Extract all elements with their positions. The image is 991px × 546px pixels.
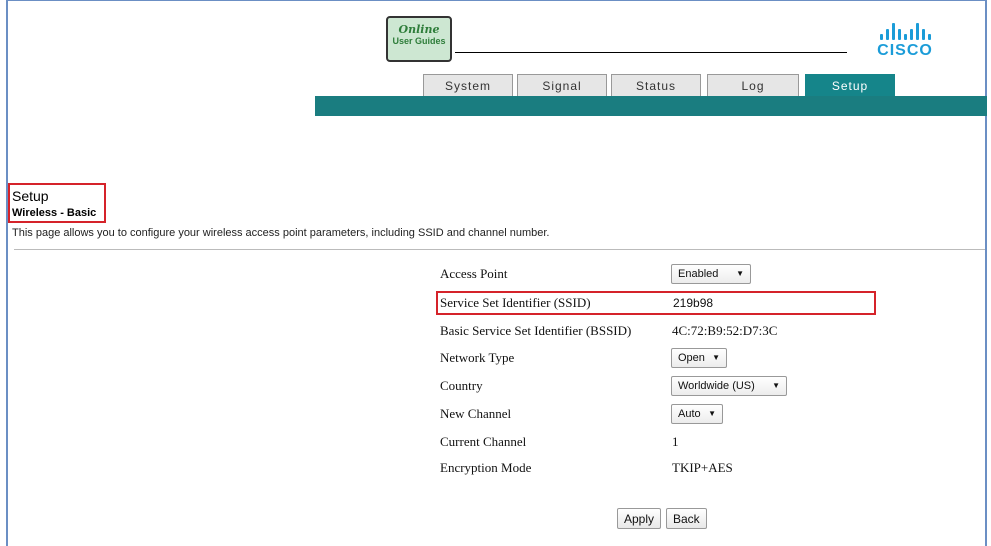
- cisco-wordmark: CISCO: [877, 42, 933, 59]
- access-point-value: Enabled: [678, 268, 719, 280]
- tab-underline-bar: [315, 96, 987, 116]
- dropdown-arrow-icon: ▼: [712, 353, 720, 362]
- tab-setup[interactable]: Setup: [805, 74, 895, 98]
- online-user-guides-logo[interactable]: Online User Guides: [386, 16, 452, 62]
- dropdown-arrow-icon: ▼: [708, 409, 716, 418]
- tab-status[interactable]: Status: [611, 74, 701, 96]
- new-channel-row: New Channel Auto ▼: [440, 404, 900, 426]
- country-row: Country Worldwide (US) ▼: [440, 376, 900, 398]
- apply-button[interactable]: Apply: [617, 508, 662, 529]
- section-divider: [14, 249, 985, 250]
- page-title: Setup: [12, 188, 49, 204]
- cisco-logo: CISCO: [860, 22, 950, 68]
- bssid-row: Basic Service Set Identifier (BSSID) 4C:…: [440, 321, 900, 343]
- cisco-bars-icon: [860, 22, 950, 40]
- dropdown-arrow-icon: ▼: [736, 269, 744, 278]
- bssid-value: 4C:72:B9:52:D7:3C: [672, 323, 778, 338]
- page-description: This page allows you to configure your w…: [12, 227, 550, 239]
- tab-system[interactable]: System: [423, 74, 513, 96]
- network-type-value: Open: [678, 352, 705, 364]
- tab-log[interactable]: Log: [707, 74, 799, 96]
- access-point-label: Access Point: [440, 266, 508, 281]
- ssid-label: Service Set Identifier (SSID): [440, 295, 591, 310]
- new-channel-label: New Channel: [440, 406, 512, 421]
- guide-logo-line1: Online: [398, 23, 440, 36]
- network-type-label: Network Type: [440, 350, 515, 365]
- access-point-select[interactable]: Enabled ▼: [671, 264, 751, 284]
- encryption-mode-value: TKIP+AES: [672, 460, 733, 475]
- network-type-row: Network Type Open ▼: [440, 348, 900, 370]
- country-select[interactable]: Worldwide (US) ▼: [671, 376, 787, 396]
- ssid-input[interactable]: [671, 294, 815, 312]
- dropdown-arrow-icon: ▼: [772, 381, 780, 390]
- back-button[interactable]: Back: [666, 508, 707, 529]
- country-value: Worldwide (US): [678, 380, 755, 392]
- ssid-row: Service Set Identifier (SSID): [440, 293, 900, 315]
- current-channel-value: 1: [672, 434, 679, 449]
- guide-logo-line2: User Guides: [392, 36, 446, 46]
- header-rule: [455, 52, 847, 53]
- encryption-mode-row: Encryption Mode TKIP+AES: [440, 458, 900, 480]
- tab-signal[interactable]: Signal: [517, 74, 607, 96]
- current-channel-row: Current Channel 1: [440, 432, 900, 454]
- country-label: Country: [440, 378, 483, 393]
- current-channel-label: Current Channel: [440, 434, 527, 449]
- page-subtitle: Wireless - Basic: [12, 207, 97, 219]
- network-type-select[interactable]: Open ▼: [671, 348, 727, 368]
- bssid-label: Basic Service Set Identifier (BSSID): [440, 323, 632, 338]
- new-channel-value: Auto: [678, 408, 701, 420]
- new-channel-select[interactable]: Auto ▼: [671, 404, 723, 424]
- encryption-mode-label: Encryption Mode: [440, 460, 532, 475]
- access-point-row: Access Point Enabled ▼: [440, 264, 900, 286]
